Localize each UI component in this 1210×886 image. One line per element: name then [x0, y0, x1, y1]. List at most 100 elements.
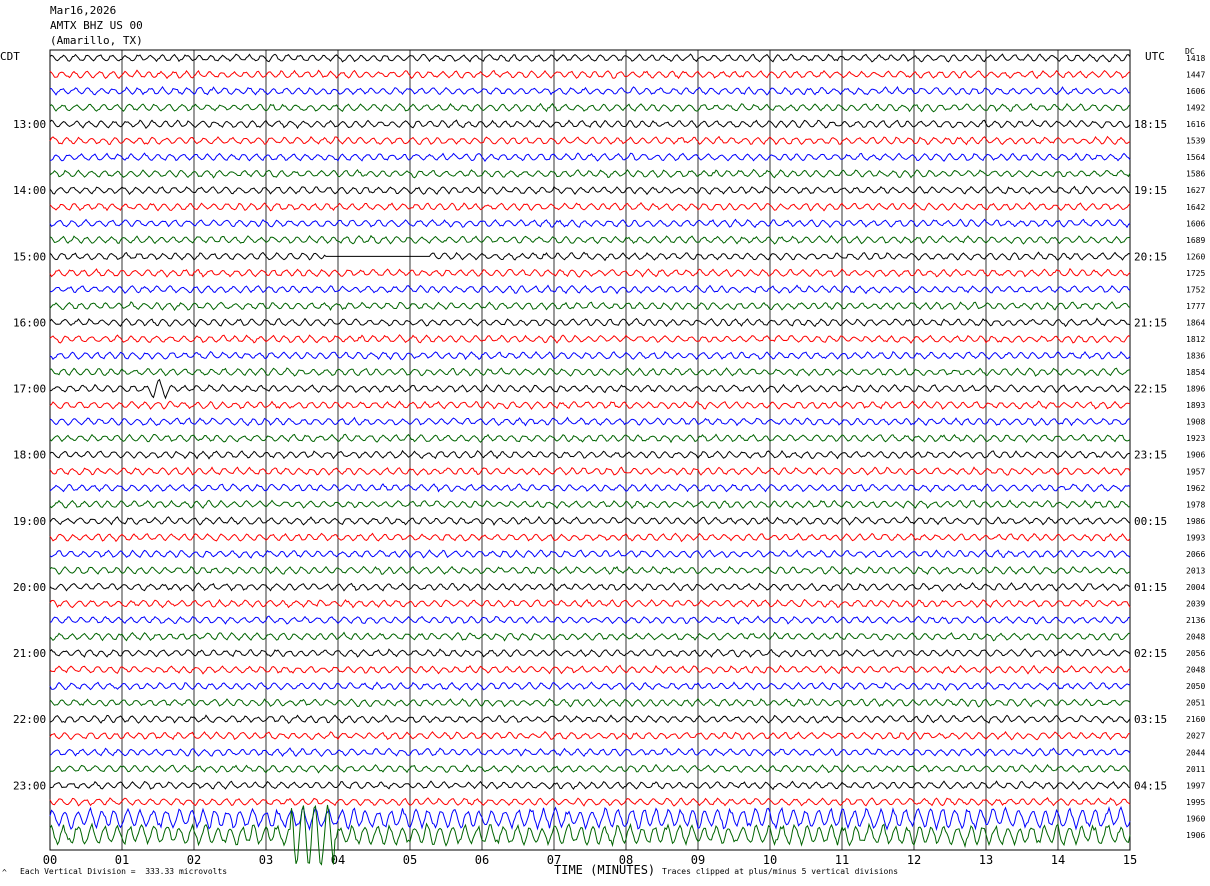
- dc-value: 2048: [1186, 633, 1205, 642]
- trace-row: [49, 416, 1131, 427]
- dc-value: 2044: [1186, 748, 1205, 757]
- dc-value: 1854: [1186, 368, 1205, 377]
- right-hour-label: 19:15: [1134, 184, 1167, 197]
- dc-value: 2011: [1186, 765, 1205, 774]
- trace-row: [49, 317, 1131, 328]
- dc-value: 1539: [1186, 137, 1205, 146]
- dc-value: 1418: [1186, 54, 1205, 63]
- dc-value: 2160: [1186, 715, 1205, 724]
- left-hour-label: 22:00: [13, 713, 46, 726]
- trace-row: [49, 747, 1131, 758]
- dc-value: 1906: [1186, 831, 1205, 840]
- trace-row: [49, 433, 1131, 444]
- left-hour-label: 13:00: [13, 118, 46, 131]
- dc-value: 2013: [1186, 566, 1205, 575]
- trace-row: [49, 631, 1130, 642]
- dc-value: 1627: [1186, 186, 1205, 195]
- x-tick-label: 03: [259, 853, 273, 867]
- x-tick-label: 11: [835, 853, 849, 867]
- trace-row: [49, 582, 1131, 592]
- dc-value: 1896: [1186, 385, 1205, 394]
- trace-row: [49, 515, 1131, 526]
- right-hour-label: 02:15: [1134, 647, 1167, 660]
- trace-row: [49, 449, 1131, 460]
- trace-row: [49, 697, 1131, 708]
- x-tick-label: 13: [979, 853, 993, 867]
- dc-value: 2051: [1186, 699, 1205, 708]
- trace-row: [49, 466, 1131, 476]
- dc-value: 1606: [1186, 219, 1205, 228]
- x-tick-label: 08: [619, 853, 633, 867]
- trace-row: [49, 681, 1131, 691]
- trace-row: [50, 85, 1130, 96]
- dc-value: 1260: [1186, 252, 1205, 261]
- right-hour-label: 21:15: [1134, 316, 1167, 329]
- dc-value: 1492: [1186, 104, 1205, 113]
- dc-value: 2039: [1186, 599, 1205, 608]
- x-tick-label: 00: [43, 853, 57, 867]
- dc-value: 1997: [1186, 781, 1205, 790]
- dc-value: 1978: [1186, 500, 1205, 509]
- trace-row: [49, 400, 1131, 410]
- trace-row: [49, 499, 1131, 510]
- x-tick-label: 06: [475, 853, 489, 867]
- trace-row: [49, 119, 1131, 130]
- dc-value: 1616: [1186, 120, 1205, 129]
- left-hour-label: 17:00: [13, 383, 46, 396]
- trace-row: [49, 218, 1131, 229]
- dc-value: 1777: [1186, 302, 1205, 311]
- helicorder: Mar16,2026 AMTX BHZ US 00 (Amarillo, TX)…: [0, 0, 1210, 886]
- x-tick-label: 10: [763, 853, 777, 867]
- dc-value: 1960: [1186, 814, 1205, 823]
- right-hour-label: 00:15: [1134, 515, 1167, 528]
- trace-row: [49, 797, 1131, 807]
- trace-row: [49, 251, 1131, 262]
- dc-value: 1689: [1186, 236, 1205, 245]
- left-hour-label: 18:00: [13, 449, 46, 462]
- trace-row: [49, 201, 1131, 212]
- trace-row: [49, 53, 1131, 63]
- dc-value: 1908: [1186, 418, 1205, 427]
- dc-value: 2056: [1186, 649, 1205, 658]
- dc-value: 1962: [1186, 484, 1205, 493]
- trace-row: [49, 483, 1131, 493]
- left-hour-label: 20:00: [13, 581, 46, 594]
- x-tick-label: 01: [115, 853, 129, 867]
- dc-value: 1906: [1186, 451, 1205, 460]
- trace-row: [49, 805, 1131, 832]
- trace-row: [49, 648, 1131, 658]
- dc-value: 1586: [1186, 170, 1205, 179]
- x-tick-label: 15: [1123, 853, 1137, 867]
- left-hour-label: 14:00: [13, 184, 46, 197]
- trace-row: [49, 185, 1131, 196]
- trace-row: [49, 69, 1131, 80]
- trace-row: [49, 301, 1131, 312]
- trace-row: [49, 598, 1131, 609]
- dc-value: 1752: [1186, 285, 1205, 294]
- x-tick-label: 12: [907, 853, 921, 867]
- trace-row: [49, 234, 1130, 245]
- trace-row: [49, 730, 1131, 741]
- dc-value: 2004: [1186, 583, 1205, 592]
- dc-value: 2050: [1186, 682, 1205, 691]
- dc-value: 1725: [1186, 269, 1205, 278]
- right-hour-label: 20:15: [1134, 250, 1167, 263]
- trace-row: [49, 714, 1131, 724]
- left-hour-label: 23:00: [13, 779, 46, 792]
- trace-row: [49, 532, 1131, 543]
- right-hour-label: 01:15: [1134, 581, 1167, 594]
- dc-value: 1812: [1186, 335, 1205, 344]
- dc-value: 2066: [1186, 550, 1205, 559]
- left-hour-label: 16:00: [13, 316, 46, 329]
- trace-row: [49, 168, 1131, 179]
- dc-value: 1957: [1186, 467, 1205, 476]
- dc-value: 1995: [1186, 798, 1205, 807]
- dc-value: 1447: [1186, 71, 1205, 80]
- dc-value: 1923: [1186, 434, 1205, 443]
- trace-row: [49, 350, 1131, 361]
- right-hour-label: 04:15: [1134, 779, 1167, 792]
- x-tick-label: 14: [1051, 853, 1065, 867]
- dc-value: 1993: [1186, 533, 1205, 542]
- trace-row: [49, 267, 1131, 278]
- trace-row: [49, 664, 1131, 675]
